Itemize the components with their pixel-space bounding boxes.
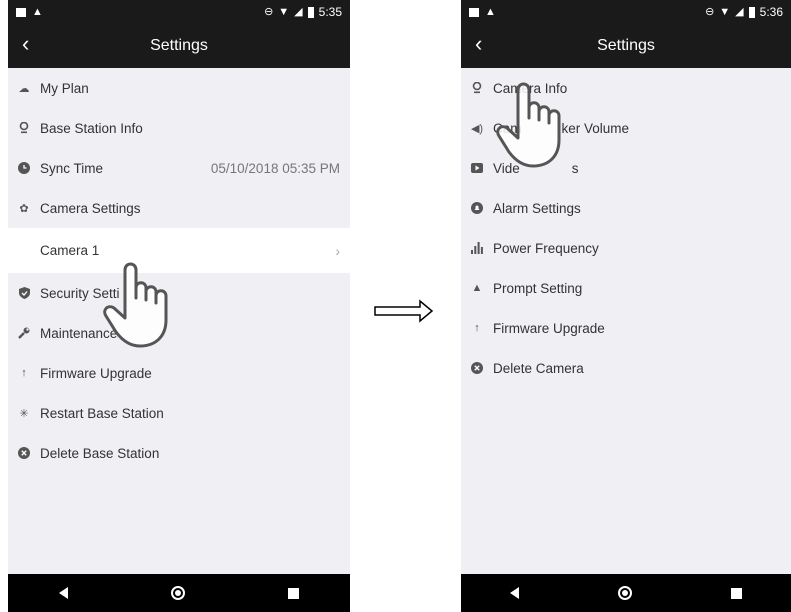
battery-icon — [307, 6, 314, 18]
alarm-icon — [471, 202, 483, 214]
transition-arrow-icon — [374, 299, 434, 323]
pointing-hand-icon — [496, 82, 561, 168]
settings-item-sync-time[interactable]: Sync Time 05/10/2018 05:35 PM — [8, 148, 350, 188]
status-bar: ▲ ⊖ ▼ ◢ 5:36 — [461, 0, 791, 24]
chevron-right-icon: › — [335, 242, 340, 259]
do-not-disturb-icon: ⊖ — [705, 6, 715, 18]
settings-item-power-frequency[interactable]: Power Frequency — [461, 228, 791, 268]
image-notification-icon — [16, 7, 26, 17]
nav-recents-icon[interactable] — [287, 587, 299, 599]
settings-item-camera-settings[interactable]: ✿ Camera Settings — [8, 188, 350, 228]
wrench-icon — [18, 327, 30, 339]
settings-item-label: Camera 1 — [40, 243, 100, 258]
title-bar: ‹ Settings — [8, 24, 350, 68]
video-icon — [471, 162, 483, 174]
status-time: 5:35 — [318, 5, 342, 19]
pointing-hand-icon — [103, 262, 168, 348]
settings-item-label: Power Frequency — [493, 240, 599, 256]
settings-item-label: My Plan — [40, 80, 89, 96]
gear-icon: ✿ — [19, 202, 29, 215]
warning-notification-icon: ▲ — [32, 6, 43, 18]
navigation-bar — [461, 574, 791, 612]
location-pin-icon — [471, 82, 483, 94]
battery-icon — [748, 6, 755, 18]
signal-icon: ◢ — [294, 6, 303, 18]
clock-icon — [18, 162, 30, 174]
settings-item-delete-base-station[interactable]: Delete Base Station — [8, 433, 350, 473]
warning-notification-icon: ▲ — [485, 6, 496, 18]
page-title: Settings — [597, 37, 655, 54]
arrow-up-icon: ↑ — [21, 367, 27, 379]
title-bar: ‹ Settings — [461, 24, 791, 68]
settings-item-label: Delete Camera — [493, 360, 584, 376]
settings-item-alarm-settings[interactable]: Alarm Settings — [461, 188, 791, 228]
status-bar: ▲ ⊖ ▼ ◢ 5:35 — [8, 0, 350, 24]
settings-item-base-station-info[interactable]: Base Station Info — [8, 108, 350, 148]
speaker-icon: ◀) — [470, 122, 484, 135]
nav-recents-icon[interactable] — [730, 587, 742, 599]
warning-icon: ▲ — [471, 282, 483, 294]
settings-item-delete-camera[interactable]: Delete Camera — [461, 348, 791, 388]
shield-icon — [18, 287, 30, 299]
settings-item-label: Prompt Setting — [493, 280, 583, 296]
settings-item-restart-base-station[interactable]: ✳ Restart Base Station — [8, 393, 350, 433]
arrow-up-icon: ↑ — [474, 322, 480, 334]
nav-home-icon[interactable] — [617, 586, 632, 600]
settings-item-label: Alarm Settings — [493, 200, 581, 216]
sync-time-value: 05/10/2018 05:35 PM — [210, 160, 340, 176]
navigation-bar — [8, 574, 350, 612]
delete-circle-icon — [18, 447, 30, 459]
settings-item-label: Delete Base Station — [40, 445, 160, 461]
settings-item-label: Sync Time — [40, 160, 104, 176]
settings-item-label: Base Station Info — [40, 120, 143, 136]
settings-item-label: Camera Settings — [40, 200, 141, 216]
image-notification-icon — [469, 7, 479, 17]
nav-back-icon[interactable] — [510, 587, 520, 599]
signal-icon: ◢ — [735, 6, 744, 18]
settings-item-label: Firmware Upgrade — [40, 365, 152, 381]
status-time: 5:36 — [759, 5, 783, 19]
wifi-icon: ▼ — [719, 6, 731, 18]
settings-item-prompt-setting[interactable]: ▲ Prompt Setting — [461, 268, 791, 308]
settings-item-firmware-upgrade[interactable]: ↑ Firmware Upgrade — [8, 353, 350, 393]
nav-back-icon[interactable] — [59, 587, 69, 599]
bars-icon — [471, 242, 483, 254]
settings-item-label: Firmware Upgrade — [493, 320, 605, 336]
cloud-icon: ☁ — [18, 82, 30, 95]
do-not-disturb-icon: ⊖ — [264, 6, 274, 18]
nav-home-icon[interactable] — [170, 586, 185, 600]
settings-item-firmware-upgrade[interactable]: ↑ Firmware Upgrade — [461, 308, 791, 348]
location-pin-icon — [18, 122, 30, 134]
delete-circle-icon — [471, 362, 483, 374]
settings-item-label: Restart Base Station — [40, 405, 164, 421]
wifi-icon: ▼ — [278, 6, 290, 18]
spinner-icon: ✳ — [19, 407, 29, 420]
settings-item-my-plan[interactable]: ☁ My Plan — [8, 68, 350, 108]
page-title: Settings — [150, 37, 208, 54]
